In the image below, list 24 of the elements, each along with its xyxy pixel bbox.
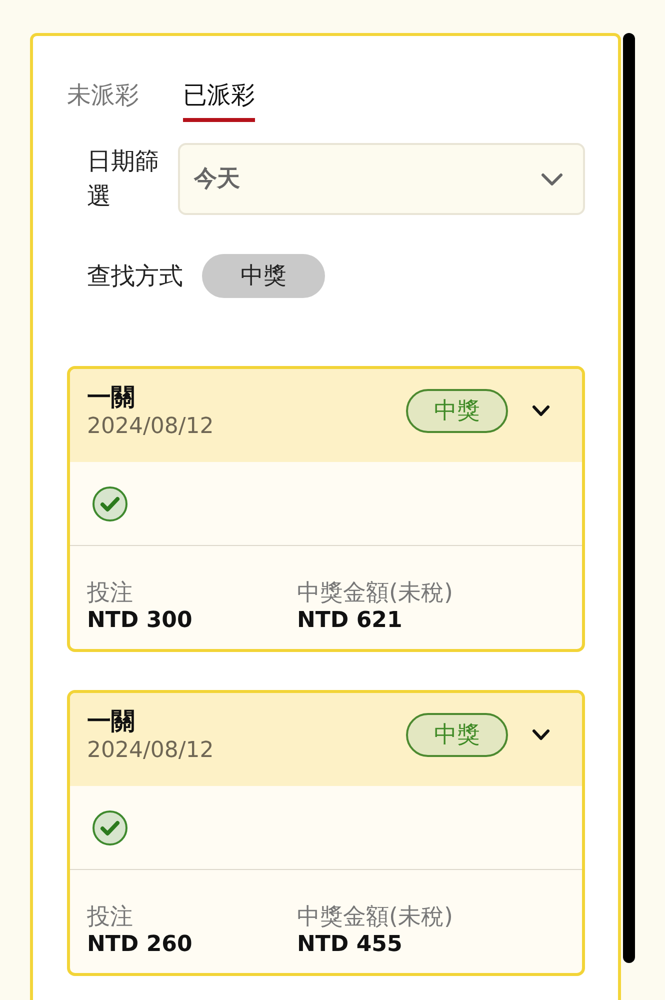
chevron-down-icon [541, 172, 563, 186]
chevron-down-icon[interactable] [532, 405, 550, 417]
payout-amount: NTD 455 [297, 931, 404, 959]
status-badge: 中獎 [406, 389, 508, 433]
stake-label: 投注 [87, 579, 134, 607]
stake-label: 投注 [87, 903, 134, 931]
bet-type-title: 一關 [87, 382, 136, 412]
filter-chip[interactable]: 中獎 [202, 254, 325, 298]
scrollbar-thumb[interactable] [623, 33, 635, 963]
date-dropdown[interactable]: 今天 [178, 143, 585, 215]
status-badge: 中獎 [406, 713, 508, 757]
tab[interactable]: 未派彩 [67, 80, 139, 122]
stake-amount: NTD 300 [87, 607, 194, 635]
search-by-label: 查找方式 [87, 261, 183, 291]
bet-date: 2024/08/12 [87, 413, 214, 441]
chevron-down-icon[interactable] [532, 729, 550, 741]
bet-type-title: 一關 [87, 706, 136, 736]
bet-date: 2024/08/12 [87, 737, 214, 765]
stake-amount: NTD 260 [87, 931, 194, 959]
payout-label: 中獎金額(未稅) [297, 579, 453, 607]
tab[interactable]: 已派彩 [183, 80, 255, 122]
payout-label: 中獎金額(未稅) [297, 903, 453, 931]
payout-amount: NTD 621 [297, 607, 404, 635]
date-filter-label: 日期篩選 [87, 146, 160, 212]
